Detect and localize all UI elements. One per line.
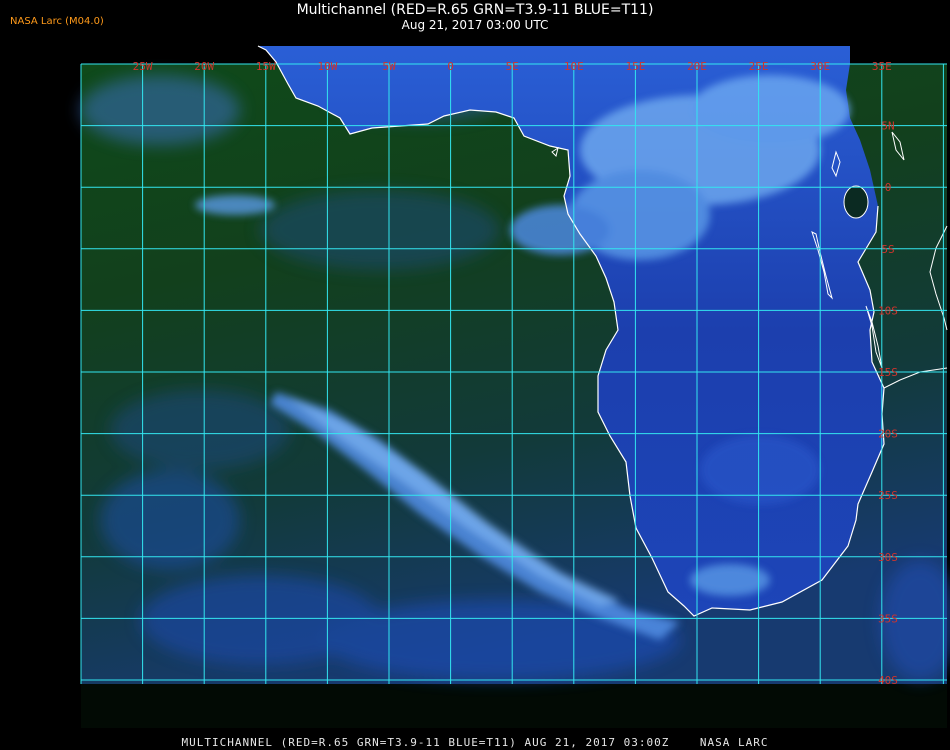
longitude-label: 0 [447, 60, 454, 73]
longitude-label: 30E [810, 60, 830, 73]
longitude-label: 35E [872, 60, 892, 73]
longitude-label: 20W [194, 60, 214, 73]
longitude-label: 10E [564, 60, 584, 73]
longitude-label: 25E [749, 60, 769, 73]
longitude-label: 5E [506, 60, 519, 73]
lake-victoria [843, 185, 869, 219]
longitude-label: 15E [625, 60, 645, 73]
longitude-label: 10W [317, 60, 337, 73]
satellite-map: 25W 20W 15W 10W 5W 0 5E 10E 15E 20E 25E 30E 35E 5N 0 5… [80, 45, 950, 728]
latitude-label: 10S [878, 304, 898, 317]
longitude-label: 20E [687, 60, 707, 73]
latitude-label: 30S [878, 551, 898, 564]
latitude-label: 40S [878, 674, 898, 687]
longitude-label: 15W [256, 60, 276, 73]
latitude-label: 20S [878, 428, 898, 441]
longitude-label: 5W [382, 60, 396, 73]
latitude-label: 0 [885, 181, 892, 194]
footer-caption: MULTICHANNEL (RED=R.65 GRN=T3.9-11 BLUE=… [181, 736, 769, 749]
latitude-label: 25S [878, 489, 898, 502]
latitude-label: 15S [878, 366, 898, 379]
latitude-label: 35S [878, 612, 898, 625]
latitude-label: 5N [881, 120, 894, 133]
latitude-label: 5S [881, 243, 894, 256]
longitude-label: 25W [133, 60, 153, 73]
